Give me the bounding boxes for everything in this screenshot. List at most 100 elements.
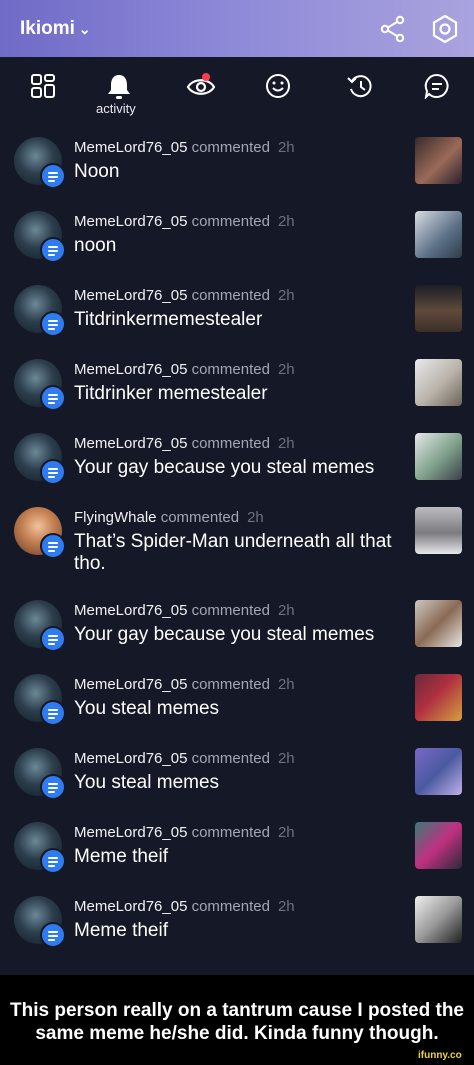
activity-item[interactable]: MemeLord76_05 commented 2h Noon	[0, 137, 474, 207]
history-icon	[347, 75, 372, 98]
tab-activity-label: activity	[96, 101, 136, 116]
username[interactable]: MemeLord76_05	[74, 139, 187, 156]
activity-item[interactable]: MemeLord76_05 commented 2h Titdrinker meme…	[0, 359, 474, 429]
timestamp: 2h	[277, 750, 295, 767]
meme-thumbnail[interactable]	[415, 285, 462, 332]
comment-text: noon	[74, 235, 117, 256]
username[interactable]: MemeLord76_05	[74, 213, 187, 230]
tab-dashboard[interactable]	[22, 69, 62, 109]
action-text: commented	[191, 676, 270, 693]
comment-badge-icon	[40, 163, 66, 189]
activity-header: MemeLord76_05 commented 2h	[74, 213, 295, 230]
username[interactable]: MemeLord76_05	[74, 676, 187, 693]
comment-text: Titdrinkermemestealer	[74, 309, 263, 330]
username[interactable]: MemeLord76_05	[74, 435, 187, 452]
meme-thumbnail[interactable]	[415, 748, 462, 795]
comment-badge-icon	[40, 700, 66, 726]
meme-thumbnail[interactable]	[415, 507, 462, 554]
activity-header: MemeLord76_05 commented 2h	[74, 139, 295, 156]
comment-text: That’s Spider-Man underneath all that th…	[74, 531, 392, 574]
action-text: commented	[160, 509, 240, 526]
meme-thumbnail[interactable]	[415, 896, 462, 943]
comment-badge-icon	[40, 626, 66, 652]
action-text: commented	[191, 139, 270, 156]
username[interactable]: MemeLord76_05	[74, 898, 187, 915]
comment-badge-icon	[40, 774, 66, 800]
meme-thumbnail[interactable]	[415, 822, 462, 869]
meme-thumbnail[interactable]	[415, 600, 462, 647]
settings-icon[interactable]	[430, 14, 460, 44]
comment-badge-icon	[40, 922, 66, 948]
activity-item[interactable]: MemeLord76_05 commented 2h Meme theif	[0, 896, 474, 966]
comment-text: Meme theif	[74, 920, 168, 941]
comment-badge-icon	[40, 311, 66, 337]
username[interactable]: MemeLord76_05	[74, 824, 187, 841]
top-bar: Ikiomi ⌄	[0, 0, 474, 57]
timestamp: 2h	[277, 824, 295, 841]
activity-item[interactable]: MemeLord76_05 commented 2h Meme theif	[0, 822, 474, 892]
meme-thumbnail[interactable]	[415, 674, 462, 721]
meme-thumbnail[interactable]	[415, 211, 462, 258]
comment-text: Your gay because you steal memes	[74, 624, 375, 645]
activity-item[interactable]: MemeLord76_05 commented 2h You steal memes	[0, 748, 474, 818]
profile-switcher[interactable]: Ikiomi ⌄	[20, 18, 91, 40]
username[interactable]: MemeLord76_05	[74, 361, 187, 378]
activity-header: MemeLord76_05 commented 2h	[74, 602, 295, 619]
action-text: commented	[191, 361, 270, 378]
dashboard-icon	[31, 74, 55, 98]
meme-thumbnail[interactable]	[415, 359, 462, 406]
activity-header: FlyingWhale commented 2h	[74, 509, 264, 526]
comment-text: Titdrinker memestealer	[74, 383, 268, 404]
activity-item[interactable]: MemeLord76_05 commented 2h Your gay becaus…	[0, 433, 474, 503]
activity-item[interactable]: MemeLord76_05 commented 2h noon	[0, 211, 474, 281]
timestamp: 2h	[277, 139, 295, 156]
smiley-icon	[266, 74, 290, 98]
comment-text: You steal memes	[74, 772, 220, 793]
username[interactable]: MemeLord76_05	[74, 750, 187, 767]
meme-thumbnail[interactable]	[415, 433, 462, 480]
chevron-down-icon: ⌄	[78, 21, 91, 37]
activity-header: MemeLord76_05 commented 2h	[74, 898, 295, 915]
eye-icon	[186, 79, 216, 95]
username[interactable]: MemeLord76_05	[74, 602, 187, 619]
comment-badge-icon	[40, 459, 66, 485]
username[interactable]: FlyingWhale	[74, 509, 157, 526]
caption-text: This person really on a tantrum cause I …	[10, 1000, 464, 1044]
action-text: commented	[191, 898, 270, 915]
activity-screen: activity MemeLord76_05 commented 2h Noon…	[0, 57, 474, 986]
meme-thumbnail[interactable]	[415, 137, 462, 184]
activity-header: MemeLord76_05 commented 2h	[74, 824, 295, 841]
activity-header: MemeLord76_05 commented 2h	[74, 361, 295, 378]
tab-history[interactable]	[338, 69, 378, 109]
activity-item[interactable]: FlyingWhale commented 2h That’s Spider-Man…	[0, 507, 474, 577]
activity-item[interactable]: MemeLord76_05 commented 2h You steal memes	[0, 674, 474, 744]
tab-comments[interactable]	[416, 69, 456, 109]
comment-badge-icon	[40, 237, 66, 263]
timestamp: 2h	[277, 287, 295, 304]
tab-views[interactable]	[178, 69, 218, 109]
comment-badge-icon	[40, 848, 66, 874]
action-text: commented	[191, 824, 270, 841]
tab-bar: activity	[0, 57, 474, 125]
comment-text: Your gay because you steal memes	[74, 457, 375, 478]
profile-name: Ikiomi	[20, 18, 75, 39]
comment-text: You steal memes	[74, 698, 220, 719]
timestamp: 2h	[277, 435, 295, 452]
activity-item[interactable]: MemeLord76_05 commented 2h Your gay becaus…	[0, 600, 474, 670]
username[interactable]: MemeLord76_05	[74, 287, 187, 304]
comment-text: Noon	[74, 161, 120, 182]
timestamp: 2h	[277, 676, 295, 693]
activity-header: MemeLord76_05 commented 2h	[74, 750, 295, 767]
timestamp: 2h	[277, 213, 295, 230]
activity-item[interactable]: MemeLord76_05 commented 2h Titdrinkermemes…	[0, 285, 474, 355]
timestamp: 2h	[277, 898, 295, 915]
watermark: ifunny.co	[418, 1050, 462, 1061]
tab-reactions[interactable]	[257, 69, 297, 109]
action-text: commented	[191, 287, 270, 304]
share-icon[interactable]	[378, 14, 408, 44]
timestamp: 2h	[277, 602, 295, 619]
action-text: commented	[191, 435, 270, 452]
notification-dot	[202, 73, 210, 81]
activity-header: MemeLord76_05 commented 2h	[74, 435, 295, 452]
bell-icon	[108, 75, 130, 99]
